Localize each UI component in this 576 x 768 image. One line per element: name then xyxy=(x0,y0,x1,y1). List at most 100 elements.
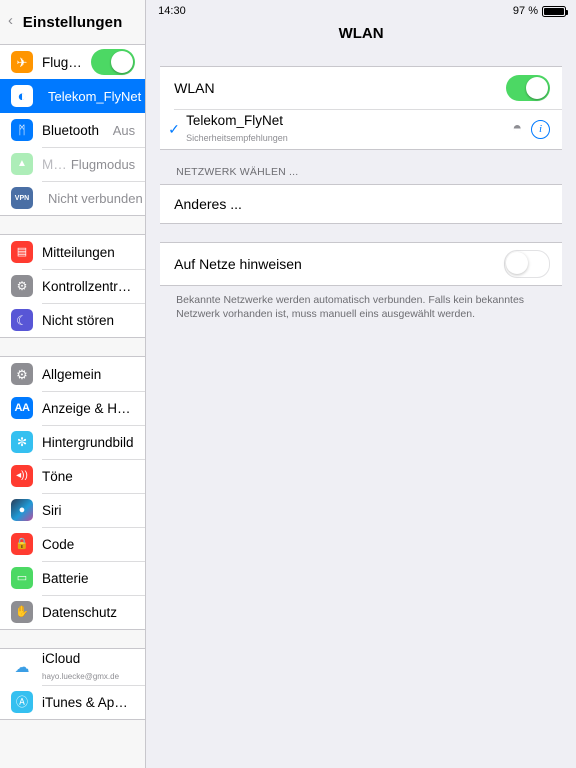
other-network-label: Anderes ... xyxy=(174,196,242,212)
bluetooth-icon: ᛗ xyxy=(11,119,33,141)
sidebar-item-label-wrap: iCloud hayo.luecke@gmx.de xyxy=(42,651,135,684)
battery-percent-label: 97 % xyxy=(512,5,538,17)
sidebar-item-icloud[interactable]: ☁ iCloud hayo.luecke@gmx.de xyxy=(0,649,146,685)
sidebar-item-label: Nicht stören xyxy=(42,312,115,328)
sidebar-item-label: Töne xyxy=(42,468,73,484)
sidebar-item-wlan[interactable]: ◐ WLAN Telekom_FlyNet xyxy=(0,79,146,113)
sidebar-item-label: Mitteilungen xyxy=(42,244,115,260)
sidebar-item-itunes-app-store[interactable]: Ⓐ iTunes & App Store xyxy=(0,685,146,719)
sidebar-item-vpn[interactable]: VPN VPN Nicht verbunden xyxy=(0,181,146,215)
sidebar-item-hintergrundbild[interactable]: ✼ Hintergrundbild xyxy=(0,425,146,459)
sidebar-item-label: Kontrollzentrum xyxy=(42,278,136,294)
info-icon[interactable]: i xyxy=(531,119,550,139)
other-network-card: Anderes ... xyxy=(160,184,562,224)
sidebar-item-anzeige-helligkeit[interactable]: AA Anzeige & Helligkeit xyxy=(0,391,146,425)
vpn-icon: VPN xyxy=(11,187,33,209)
sidebar-item-code[interactable]: 🔒 Code xyxy=(0,527,146,561)
switch-knob xyxy=(526,77,548,99)
sidebar-item-label: Datenschutz xyxy=(42,604,118,620)
sidebar-item-label: Allgemein xyxy=(42,366,102,382)
wlan-card: WLAN ✓ Telekom_FlyNet Sicherheitsempfehl… xyxy=(160,66,562,150)
sidebar-group-system: ⚙ Allgemein AA Anzeige & Helligkeit ✼ Hi… xyxy=(0,356,146,630)
sidebar-group-accounts: ☁ iCloud hayo.luecke@gmx.de Ⓐ iTunes & A… xyxy=(0,648,146,720)
sidebar-item-nicht-stoeren[interactable]: ☾ Nicht stören xyxy=(0,303,146,337)
ask-to-join-card: Auf Netze hinweisen xyxy=(160,242,562,286)
sidebar-item-flugmodus[interactable]: ✈ Flugmodus xyxy=(0,45,146,79)
sidebar-group-notifications: ▤ Mitteilungen ⚙ Kontrollzentrum ☾ Nicht… xyxy=(0,234,146,338)
switch-knob xyxy=(111,51,134,73)
back-arrow-icon[interactable]: ‹ xyxy=(8,12,22,30)
sidebar-group-connectivity: ✈ Flugmodus ◐ WLAN Telekom_FlyNet ᛗ Blue… xyxy=(0,44,146,216)
icloud-icon: ☁ xyxy=(11,656,33,678)
wallpaper-icon: ✼ xyxy=(11,431,33,453)
sidebar-item-label: Bluetooth xyxy=(42,122,100,138)
wlan-toggle-row[interactable]: WLAN xyxy=(160,67,562,109)
other-network-row[interactable]: Anderes ... xyxy=(160,185,562,223)
sidebar-item-batterie[interactable]: ▭ Batterie xyxy=(0,561,146,595)
sidebar-item-mitteilungen[interactable]: ▤ Mitteilungen xyxy=(0,235,146,269)
battery-fill xyxy=(544,7,564,15)
sidebar-item-toene[interactable]: ◂)) Töne xyxy=(0,459,146,493)
wifi-icon: ◐ xyxy=(11,85,33,107)
section-header-choose-network: NETZWERK WÄHLEN ... xyxy=(176,166,299,178)
control-center-icon: ⚙ xyxy=(11,275,33,297)
airplane-icon: ✈ xyxy=(11,51,33,73)
sidebar-item-label: Hintergrundbild xyxy=(42,434,134,450)
sidebar-item-label: Anzeige & Helligkeit xyxy=(42,400,135,416)
page-title: WLAN xyxy=(146,22,576,44)
page-title-text: WLAN xyxy=(338,24,384,42)
settings-sidebar: ‹ Einstellungen ✈ Flugmodus ◐ WLAN Telek… xyxy=(0,0,147,768)
sidebar-item-value: Telekom_FlyNet xyxy=(48,88,142,104)
wlan-detail-pane: 14:30 97 % WLAN WLAN ✓ Telekom_FlyNet Si… xyxy=(146,0,576,768)
sidebar-item-datenschutz[interactable]: ✋ Datenschutz xyxy=(0,595,146,629)
sidebar-item-value: Flugmodus xyxy=(70,156,136,172)
passcode-lock-icon: 🔒 xyxy=(11,533,33,555)
notifications-icon: ▤ xyxy=(11,241,33,263)
ask-to-join-footnote: Bekannte Netzwerke werden automatisch ve… xyxy=(176,294,525,320)
network-labels: Telekom_FlyNet Sicherheitsempfehlungen xyxy=(186,113,512,146)
block-gap xyxy=(160,224,562,242)
checkmark-icon: ✓ xyxy=(168,120,180,137)
cellular-icon: ▲ xyxy=(11,153,33,175)
privacy-hand-icon: ✋ xyxy=(11,601,33,623)
sidebar-item-bluetooth[interactable]: ᛗ Bluetooth Aus xyxy=(0,113,146,147)
do-not-disturb-icon: ☾ xyxy=(11,309,33,331)
settings-screen: ‹ Einstellungen ✈ Flugmodus ◐ WLAN Telek… xyxy=(0,0,576,768)
network-name: Telekom_FlyNet xyxy=(186,112,283,128)
battery-icon xyxy=(542,5,568,17)
sidebar-item-label: iTunes & App Store xyxy=(42,694,135,710)
sidebar-header: ‹ Einstellungen xyxy=(0,0,145,44)
airplane-mode-switch[interactable] xyxy=(91,49,136,75)
switch-knob xyxy=(506,252,528,274)
app-store-icon: Ⓐ xyxy=(11,691,33,713)
siri-icon: ● xyxy=(11,499,33,521)
battery-cap xyxy=(566,9,568,15)
status-time: 14:30 xyxy=(158,5,186,17)
status-bar: 14:30 97 % xyxy=(146,0,576,22)
battery-icon: ▭ xyxy=(11,567,33,589)
sidebar-item-kontrollzentrum[interactable]: ⚙ Kontrollzentrum xyxy=(0,269,146,303)
network-row-telekom-flynet[interactable]: ✓ Telekom_FlyNet Sicherheitsempfehlungen… xyxy=(160,109,562,149)
wifi-icon: ◓ xyxy=(512,120,522,137)
sidebar-item-label: Flugmodus xyxy=(42,54,91,70)
wlan-switch[interactable] xyxy=(506,75,550,101)
wlan-toggle-label: WLAN xyxy=(174,80,215,96)
sidebar-item-allgemein[interactable]: ⚙ Allgemein xyxy=(0,357,146,391)
sidebar-item-sublabel: hayo.luecke@gmx.de xyxy=(42,671,120,681)
sidebar-item-mobile-daten[interactable]: ▲ Mobile Daten Flugmodus xyxy=(0,147,146,181)
detail-body: WLAN ✓ Telekom_FlyNet Sicherheitsempfehl… xyxy=(146,44,576,321)
sidebar-item-label: Code xyxy=(42,536,75,552)
sidebar-item-value: Nicht verbunden xyxy=(48,190,143,206)
sidebar-item-label: Siri xyxy=(42,502,62,518)
sidebar-item-label: Batterie xyxy=(42,570,89,586)
sidebar-item-value: Aus xyxy=(112,122,136,138)
sidebar-item-siri[interactable]: ● Siri xyxy=(0,493,146,527)
ask-to-join-label: Auf Netze hinweisen xyxy=(174,256,302,272)
settings-gear-icon: ⚙ xyxy=(11,363,33,385)
sidebar-item-label: iCloud xyxy=(42,650,81,666)
detail-top-gap xyxy=(160,44,562,66)
network-sublabel: Sicherheitsempfehlungen xyxy=(186,132,288,143)
sounds-icon: ◂)) xyxy=(11,465,33,487)
ask-to-join-switch[interactable] xyxy=(504,250,550,278)
ask-to-join-row[interactable]: Auf Netze hinweisen xyxy=(160,243,562,285)
